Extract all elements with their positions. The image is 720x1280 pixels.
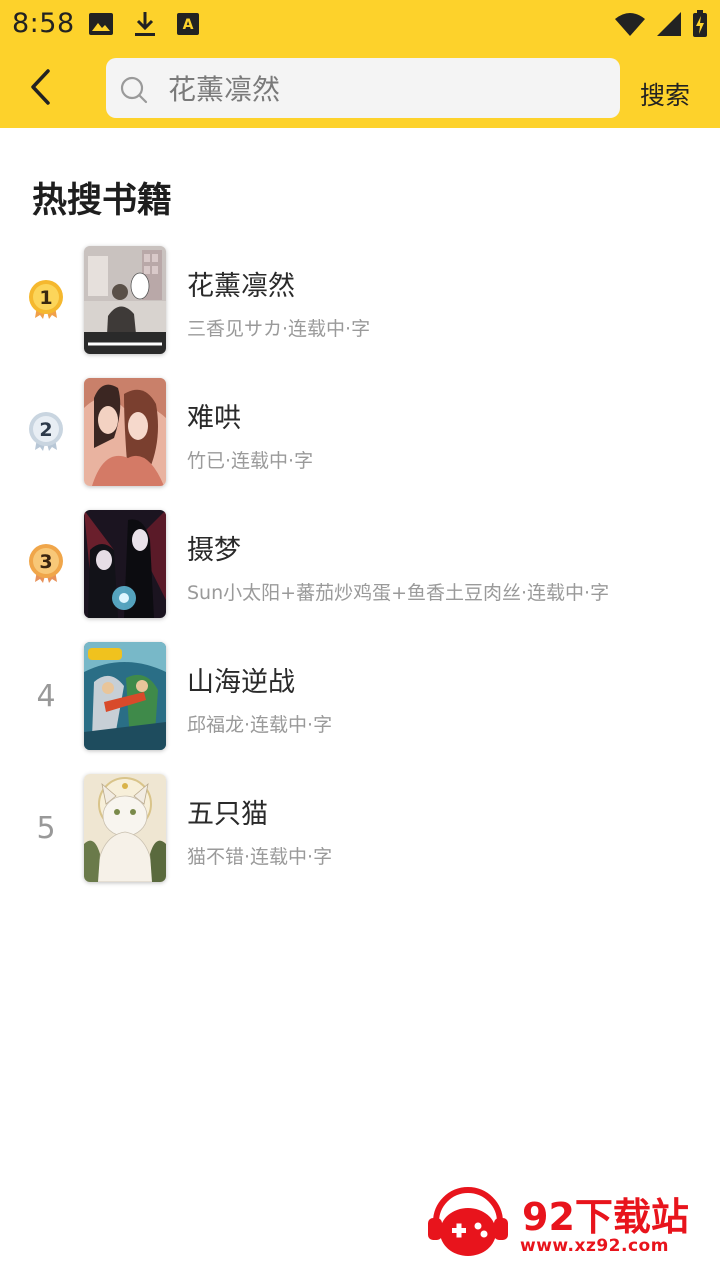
- svg-text:1: 1: [39, 287, 52, 309]
- status-time: 8:58: [12, 8, 75, 39]
- svg-text:2: 2: [39, 419, 52, 441]
- book-item[interactable]: 4 山海逆战 邱福龙·连载中·字: [0, 642, 720, 774]
- search-box[interactable]: [106, 58, 620, 118]
- book-meta: 竹已·连载中·字: [187, 450, 314, 472]
- rank-number: 5: [36, 810, 56, 846]
- battery-icon: [693, 10, 707, 37]
- silver-medal-icon: 2: [29, 412, 63, 451]
- book-cover: [84, 774, 166, 882]
- book-title: 山海逆战: [187, 667, 295, 698]
- book-item[interactable]: 5 五只猫 猫不错·连载中·字: [0, 774, 720, 906]
- bronze-medal-icon: 3: [29, 544, 63, 583]
- notification-icons: A: [88, 10, 200, 38]
- gamepad-logo-icon: [428, 1187, 508, 1256]
- chevron-left-icon: [31, 69, 50, 105]
- wifi-icon: [615, 13, 645, 36]
- book-item[interactable]: 2 难哄 竹已·连载中·字: [0, 378, 720, 510]
- rank-badge: 3: [24, 542, 68, 586]
- watermark: 92下载站 www.xz92.com: [400, 1160, 720, 1280]
- book-title: 难哄: [187, 403, 241, 434]
- system-icons: [614, 10, 708, 38]
- hot-book-list: 1 花薰凛然 三香见サカ·连载中·字 2 难哄 竹已·连载中·字 3 摄梦 Su…: [0, 246, 720, 906]
- watermark-url: www.xz92.com: [520, 1236, 669, 1256]
- book-title: 摄梦: [187, 535, 241, 566]
- svg-text:3: 3: [39, 551, 52, 573]
- book-cover: [84, 246, 166, 354]
- book-meta: 三香见サカ·连载中·字: [187, 318, 371, 340]
- book-cover: [84, 378, 166, 486]
- rank-badge: 4: [24, 674, 68, 718]
- book-title: 五只猫: [187, 799, 268, 830]
- search-button[interactable]: 搜索: [640, 76, 690, 112]
- font-app-icon: A: [177, 13, 199, 35]
- rank-number: 4: [36, 678, 56, 714]
- search-icon: [120, 76, 148, 104]
- section-title: 热搜书籍: [32, 181, 173, 221]
- watermark-title: 92下载站: [522, 1195, 689, 1239]
- rank-badge: 2: [24, 410, 68, 454]
- signal-icon: [657, 12, 681, 36]
- status-bar: 8:58 A: [0, 0, 720, 50]
- book-meta: Sun小太阳+蕃茄炒鸡蛋+鱼香土豆肉丝·连载中·字: [187, 582, 610, 604]
- rank-badge: 5: [24, 806, 68, 850]
- book-meta: 邱福龙·连载中·字: [187, 714, 333, 736]
- back-button[interactable]: [18, 62, 62, 112]
- svg-text:A: A: [183, 17, 194, 33]
- search-input[interactable]: [168, 66, 598, 110]
- book-title: 花薰凛然: [187, 271, 295, 302]
- rank-badge: 1: [24, 278, 68, 322]
- book-cover: [84, 642, 166, 750]
- book-meta: 猫不错·连载中·字: [187, 846, 333, 868]
- book-item[interactable]: 3 摄梦 Sun小太阳+蕃茄炒鸡蛋+鱼香土豆肉丝·连载中·字: [0, 510, 720, 642]
- gold-medal-icon: 1: [29, 280, 63, 319]
- image-icon: [89, 13, 113, 35]
- book-cover: [84, 510, 166, 618]
- download-icon: [135, 12, 155, 36]
- book-item[interactable]: 1 花薰凛然 三香见サカ·连载中·字: [0, 246, 720, 378]
- top-bar: 8:58 A 花薰凛然 搜索: [0, 0, 720, 128]
